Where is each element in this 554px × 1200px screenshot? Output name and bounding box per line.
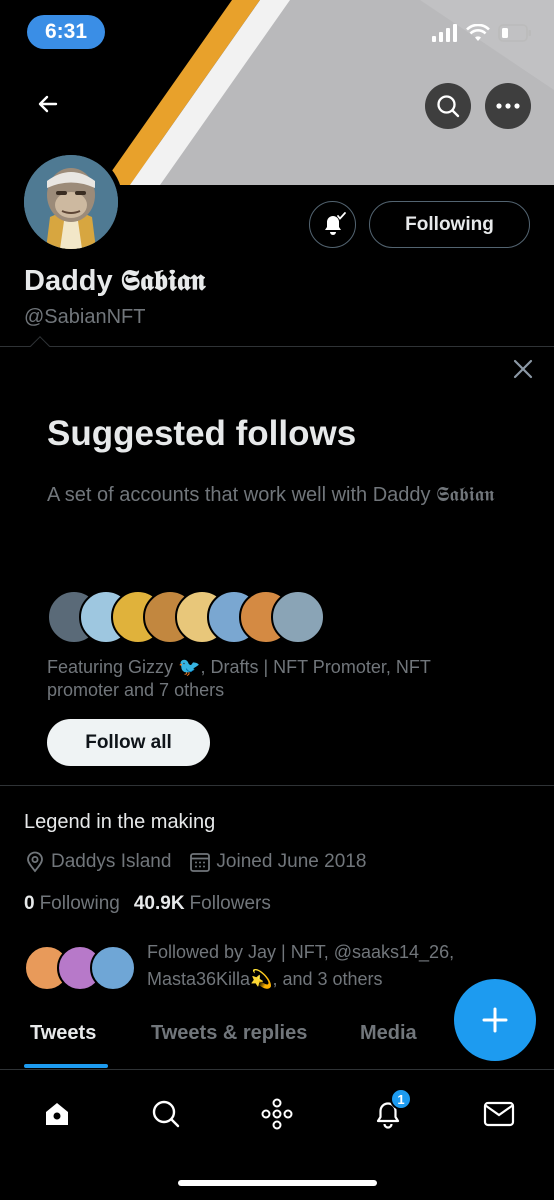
- nav-spaces[interactable]: [257, 1094, 297, 1134]
- profile-tabs: Tweets Tweets & replies Media: [0, 1012, 554, 1068]
- spaces-icon: [261, 1098, 293, 1130]
- wifi-icon: [466, 24, 490, 41]
- suggested-follows-title: Suggested follows: [47, 414, 357, 453]
- location-icon: [27, 851, 43, 873]
- mail-icon: [483, 1101, 515, 1127]
- follow-counts: 0 Following 40.9K Followers: [24, 893, 271, 915]
- home-icon: [46, 1103, 68, 1125]
- display-name: Daddy 𝕾𝖆𝖇𝖎𝖆𝖓: [24, 265, 206, 297]
- follow-all-button[interactable]: Follow all: [47, 719, 210, 766]
- tab-tweets[interactable]: Tweets: [30, 1022, 96, 1045]
- ape-avatar-image: [24, 155, 118, 249]
- suggested-follows-description: A set of accounts that work well with Da…: [47, 484, 495, 506]
- profile-bio: Legend in the making: [24, 811, 216, 833]
- calendar-icon: [190, 853, 211, 872]
- followers-label: Followers: [189, 893, 271, 914]
- more-icon: [496, 103, 520, 109]
- following-count-link[interactable]: 0 Following: [24, 893, 120, 915]
- tab-tweets-replies[interactable]: Tweets & replies: [151, 1022, 307, 1045]
- followers-count: 40.9K: [133, 893, 185, 914]
- back-button[interactable]: [30, 86, 66, 122]
- active-tab-indicator: [24, 1064, 108, 1068]
- battery-icon: [498, 24, 531, 42]
- suggested-featuring-text: Featuring Gizzy 🐦, Drafts | NFT Promoter…: [47, 657, 431, 700]
- search-icon: [437, 95, 460, 118]
- nav-messages[interactable]: [479, 1094, 519, 1134]
- nav-notifications[interactable]: 1: [368, 1088, 412, 1134]
- notifications-subscribe-button[interactable]: [309, 201, 356, 248]
- followers-count-link[interactable]: 40.9K Followers: [134, 893, 271, 915]
- home-indicator: [178, 1180, 377, 1186]
- status-icons: [432, 24, 532, 42]
- close-icon: [513, 359, 533, 379]
- tab-media[interactable]: Media: [360, 1022, 417, 1045]
- profile-meta: Daddys Island Joined June 2018: [24, 851, 366, 873]
- nav-explore[interactable]: [146, 1094, 186, 1134]
- nav-home[interactable]: [37, 1094, 77, 1134]
- suggestion-caret: [30, 336, 50, 356]
- signal-icon: [432, 24, 457, 42]
- more-options-button[interactable]: [485, 83, 531, 129]
- followed-by-avatars[interactable]: [24, 945, 136, 993]
- back-arrow-icon: [38, 95, 58, 113]
- close-suggestions-button[interactable]: [510, 356, 536, 382]
- search-button[interactable]: [425, 83, 471, 129]
- following-label: Following: [39, 893, 120, 914]
- profile-avatar[interactable]: [19, 150, 123, 254]
- divider: [0, 346, 554, 347]
- divider: [0, 785, 554, 786]
- bell-check-icon: [324, 211, 346, 235]
- following-button[interactable]: Following: [369, 201, 530, 248]
- profile-location: Daddys Island: [51, 851, 172, 872]
- user-handle: @SabianNFT: [24, 306, 146, 328]
- followed-by-text[interactable]: Followed by Jay | NFT, @saaks14_26, Mast…: [147, 939, 477, 993]
- follower-avatar: [90, 945, 136, 991]
- profile-joined: Joined June 2018: [216, 851, 367, 872]
- status-time: 6:31: [27, 15, 105, 49]
- suggested-avatar: [271, 590, 325, 644]
- notifications-badge: 1: [390, 1088, 412, 1110]
- search-icon: [152, 1100, 180, 1128]
- following-count: 0: [24, 893, 35, 914]
